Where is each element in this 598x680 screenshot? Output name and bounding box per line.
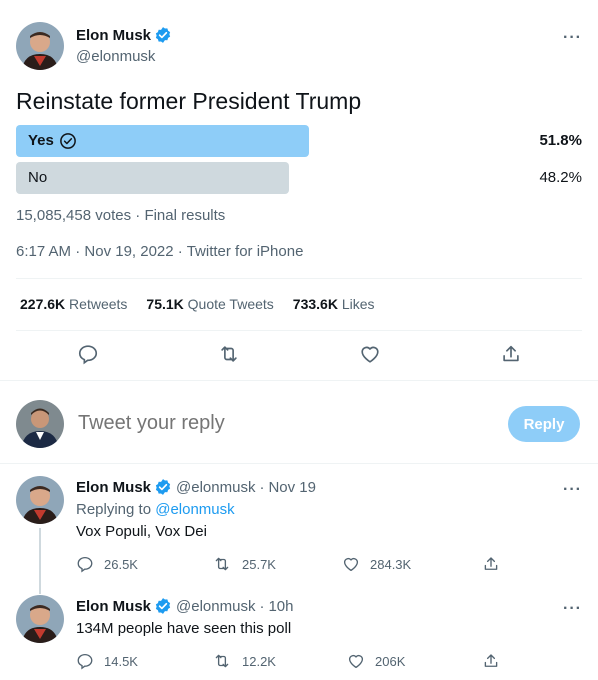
reply-count-button[interactable]: 14.5K: [76, 652, 138, 670]
retweet-icon[interactable]: [217, 343, 241, 370]
replying-prefix: Replying to: [76, 501, 152, 518]
tweet-header: Elon Musk @elonmusk: [16, 22, 172, 70]
separator: ·: [259, 478, 265, 496]
more-options-icon[interactable]: ···: [563, 482, 582, 498]
author-avatar[interactable]: [16, 22, 64, 70]
more-options-icon[interactable]: ···: [563, 30, 582, 46]
retweet-count-button[interactable]: 25.7K: [212, 555, 276, 573]
verified-badge-icon: [154, 478, 172, 496]
separator: ·: [259, 597, 265, 615]
like-icon[interactable]: [359, 343, 381, 370]
tweet-date[interactable]: Nov 19, 2022: [84, 243, 173, 260]
reply-count: 26.5K: [104, 556, 138, 572]
poll-option-yes: Yes 51.8%: [16, 125, 582, 157]
reply-text: 134M people have seen this poll: [76, 620, 292, 637]
current-user-avatar[interactable]: [16, 400, 64, 448]
divider: [16, 278, 582, 279]
retweet-count-button[interactable]: 12.2K: [212, 652, 276, 670]
poll-option-label: No: [28, 169, 48, 186]
poll-summary: 15,085,458 votes · Final results: [16, 207, 225, 224]
check-circle-icon: [59, 132, 77, 150]
reply-time[interactable]: 10h: [268, 598, 293, 615]
tweet-stats: 227.6K Retweets 75.1K Quote Tweets 733.6…: [20, 296, 394, 312]
tweet-timestamp: 6:17 AM · Nov 19, 2022 · Twitter for iPh…: [16, 243, 303, 260]
tweet-time[interactable]: 6:17 AM: [16, 243, 71, 260]
poll-option-label: Yes: [28, 132, 54, 149]
retweet-icon: [215, 557, 229, 571]
reply-time[interactable]: Nov 19: [268, 479, 316, 496]
likes-stat[interactable]: 733.6K Likes: [293, 296, 375, 312]
reply-input[interactable]: [78, 412, 458, 435]
like-icon: [343, 557, 359, 572]
retweet-icon: [215, 654, 229, 668]
more-options-icon[interactable]: ···: [563, 601, 582, 617]
like-icon: [348, 654, 364, 669]
separator: ·: [135, 207, 141, 224]
like-count-button[interactable]: 284.3K: [342, 555, 411, 573]
like-count: 206K: [375, 653, 406, 669]
poll-votes: 15,085,458 votes: [16, 207, 132, 224]
verified-badge-icon: [154, 597, 172, 615]
separator: ·: [177, 243, 183, 260]
tweet-source[interactable]: Twitter for iPhone: [187, 243, 304, 260]
poll-option-no: No 48.2%: [16, 162, 582, 194]
separator: ·: [75, 243, 81, 260]
tweet-action-bar: [0, 343, 598, 367]
share-button[interactable]: [482, 652, 500, 670]
reply-action-bar: 14.5K 12.2K 206K: [76, 652, 516, 672]
poll-bar-no: [16, 162, 289, 194]
like-count: 284.3K: [370, 556, 412, 572]
reply-icon[interactable]: [77, 343, 99, 370]
reply-author-avatar[interactable]: [16, 476, 64, 524]
poll-percent: 48.2%: [539, 169, 582, 186]
reply-icon: [77, 653, 93, 670]
reply-author-avatar[interactable]: [16, 595, 64, 643]
reply-author-name[interactable]: Elon Musk: [76, 479, 151, 496]
divider: [0, 380, 598, 381]
author-handle[interactable]: @elonmusk: [76, 48, 172, 65]
divider: [16, 330, 582, 331]
reply-button[interactable]: Reply: [508, 406, 580, 442]
retweets-stat[interactable]: 227.6K Retweets: [20, 296, 127, 312]
like-count-button[interactable]: 206K: [347, 652, 405, 670]
reply-count: 14.5K: [104, 653, 138, 669]
tweet-text: Reinstate former President Trump: [16, 88, 362, 114]
poll-percent: 51.8%: [539, 132, 582, 149]
reply-icon: [77, 556, 93, 573]
author-name[interactable]: Elon Musk: [76, 27, 151, 44]
reply-tweet[interactable]: Elon Musk @elonmusk · 10h 134M people ha…: [16, 595, 582, 680]
reply-count-button[interactable]: 26.5K: [76, 555, 138, 573]
share-icon: [484, 557, 498, 570]
share-icon: [484, 654, 498, 667]
quote-tweets-stat[interactable]: 75.1K Quote Tweets: [146, 296, 273, 312]
reply-tweet[interactable]: Elon Musk @elonmusk · Nov 19 Replying to…: [16, 476, 582, 586]
reply-text: Vox Populi, Vox Dei: [76, 523, 207, 540]
retweet-count: 25.7K: [242, 556, 276, 572]
share-icon[interactable]: [500, 343, 522, 370]
reply-author-handle[interactable]: @elonmusk: [176, 479, 255, 496]
share-button[interactable]: [482, 555, 500, 573]
verified-badge-icon: [154, 26, 172, 44]
reply-author-name[interactable]: Elon Musk: [76, 598, 151, 615]
replying-to: Replying to @elonmusk: [76, 501, 576, 518]
reply-action-bar: 26.5K 25.7K 284.3K: [76, 555, 516, 575]
reply-author-handle[interactable]: @elonmusk: [176, 598, 255, 615]
poll-status: Final results: [144, 207, 226, 224]
replying-to-link[interactable]: @elonmusk: [155, 501, 234, 518]
retweet-count: 12.2K: [242, 653, 276, 669]
reply-composer: Reply: [16, 398, 582, 450]
divider: [0, 463, 598, 464]
